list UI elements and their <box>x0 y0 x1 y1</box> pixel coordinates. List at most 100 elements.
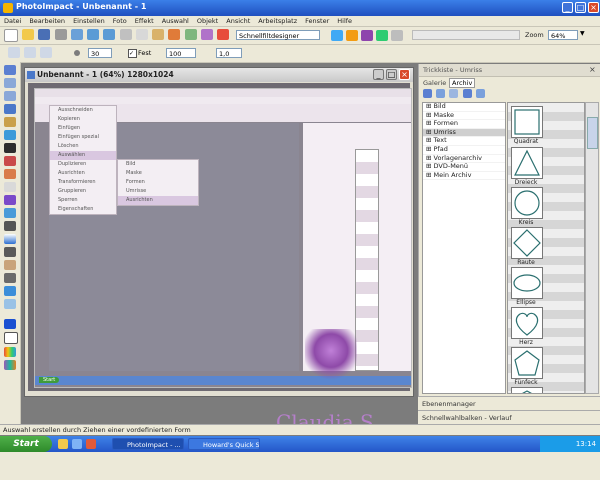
embedded-screenshot: Ausschneiden Kopieren Einfügen Einfügen … <box>34 88 412 388</box>
menu-ansicht[interactable]: Ansicht <box>222 16 254 26</box>
doc-maximize-button[interactable]: □ <box>386 69 397 80</box>
disabled-field[interactable] <box>412 30 520 40</box>
color-grid-icon[interactable] <box>4 347 16 357</box>
maximize-button[interactable]: □ <box>575 2 586 13</box>
taskbar-item[interactable]: PhotoImpact - ... <box>112 438 184 450</box>
doc-minimize-button[interactable]: _ <box>373 69 384 80</box>
shape-tool-icon[interactable] <box>4 208 16 218</box>
brush-icon[interactable] <box>361 30 373 41</box>
rotate-icon[interactable] <box>184 29 197 40</box>
square-shape-icon[interactable] <box>511 106 543 138</box>
hexagon-shape-icon[interactable] <box>511 387 543 393</box>
tool-select[interactable]: Schnellfiltdesigner <box>236 30 320 40</box>
redo-icon[interactable] <box>103 29 116 40</box>
pen-tool-icon[interactable] <box>4 169 16 179</box>
panel-tool-icon[interactable] <box>423 89 432 98</box>
heart-shape-icon[interactable] <box>511 307 543 339</box>
size-field[interactable]: 30 <box>88 48 112 58</box>
zoom-tool-icon[interactable] <box>4 247 16 257</box>
menu-einstellen[interactable]: Einstellen <box>69 16 109 26</box>
clone-tool-icon[interactable] <box>4 195 16 205</box>
circle-shape-icon[interactable] <box>511 187 543 219</box>
menu-datei[interactable]: Datei <box>0 16 25 26</box>
save-icon[interactable] <box>38 29 51 40</box>
panel-toolbar <box>422 89 598 100</box>
quicklaunch-icon[interactable] <box>86 439 96 449</box>
tab-galerie[interactable]: Galerie <box>423 79 446 87</box>
panel-close-icon[interactable]: × <box>589 65 596 74</box>
menu-foto[interactable]: Foto <box>109 16 131 26</box>
help-icon[interactable] <box>376 30 388 41</box>
panel-tool-icon[interactable] <box>475 89 485 98</box>
palette-icon[interactable] <box>346 30 358 41</box>
add-selection-icon[interactable] <box>24 47 37 58</box>
new-file-icon[interactable] <box>4 29 18 42</box>
gray-tool-icon[interactable] <box>391 30 403 41</box>
foreground-color-icon[interactable] <box>4 319 16 329</box>
selection-tool-icon[interactable] <box>4 104 16 114</box>
panel-tool-icon[interactable] <box>436 89 446 98</box>
quicklaunch-icon[interactable] <box>72 439 82 449</box>
effect-icon[interactable] <box>200 29 213 40</box>
paste-icon[interactable] <box>152 29 165 40</box>
selection-mode-icon[interactable] <box>8 47 20 58</box>
color-palette-icon[interactable] <box>4 360 16 370</box>
menu-fenster[interactable]: Fenster <box>301 16 333 26</box>
mode-checkbox[interactable]: ✓ <box>128 49 137 58</box>
zoom-select[interactable]: 64% <box>548 30 578 40</box>
scroll-thumb[interactable] <box>587 117 598 149</box>
eyedropper-tool-icon[interactable] <box>4 273 16 283</box>
pointer-tool-icon[interactable] <box>4 65 16 75</box>
3d-tool-icon[interactable] <box>4 299 16 309</box>
tab-archiv[interactable]: Archiv <box>449 78 476 88</box>
layer-manager-panel[interactable]: Ebenenmanager <box>418 396 600 410</box>
diamond-shape-icon[interactable] <box>511 227 543 259</box>
value-a-field[interactable]: 100 <box>166 48 196 58</box>
color-icon[interactable] <box>217 29 230 40</box>
value-b-field[interactable]: 1,0 <box>216 48 242 58</box>
panel-tool-icon[interactable] <box>462 89 472 98</box>
crop-tool-icon[interactable] <box>4 117 16 127</box>
menu-bearbeiten[interactable]: Bearbeiten <box>25 16 69 26</box>
lasso-tool-icon[interactable] <box>4 91 16 101</box>
fill-tool-icon[interactable] <box>4 130 16 140</box>
menu-hilfe[interactable]: Hilfe <box>333 16 356 26</box>
menu-arbeitsplatz[interactable]: Arbeitsplatz <box>254 16 301 26</box>
chevron-down-icon[interactable]: ▼ <box>580 30 585 37</box>
menu-auswahl[interactable]: Auswahl <box>158 16 193 26</box>
scan-icon[interactable] <box>70 29 83 40</box>
marquee-tool-icon[interactable] <box>4 78 16 88</box>
quicklaunch-icon[interactable] <box>58 439 68 449</box>
menu-objekt[interactable]: Objekt <box>193 16 222 26</box>
close-button[interactable]: × <box>588 2 599 13</box>
quick-command-panel[interactable]: Schnellwahlbalken - Verlauf <box>418 410 600 424</box>
minimize-button[interactable]: _ <box>562 2 573 13</box>
cut-icon[interactable] <box>119 29 132 40</box>
panel-scrollbar[interactable] <box>585 102 599 394</box>
web-icon[interactable] <box>331 30 343 41</box>
ellipse-shape-icon[interactable] <box>511 267 543 299</box>
image-canvas[interactable]: Ausschneiden Kopieren Einfügen Einfügen … <box>28 83 412 391</box>
subtract-selection-icon[interactable] <box>40 47 53 58</box>
tree-item[interactable]: ⊞ Mein Archiv <box>423 171 505 181</box>
gradient-tool-icon[interactable] <box>4 234 16 244</box>
open-folder-icon[interactable] <box>22 29 35 40</box>
eraser-tool-icon[interactable] <box>4 182 16 192</box>
line-tool-icon[interactable] <box>4 221 16 231</box>
menu-effekt[interactable]: Effekt <box>131 16 158 26</box>
hand-tool-icon[interactable] <box>4 260 16 270</box>
background-color-icon[interactable] <box>4 332 18 344</box>
panel-tool-icon[interactable] <box>449 89 459 98</box>
undo-icon[interactable] <box>87 29 100 40</box>
start-button[interactable]: Start <box>0 436 52 452</box>
doc-close-button[interactable]: × <box>399 69 410 80</box>
copy-icon[interactable] <box>135 29 148 40</box>
text-tool-icon[interactable] <box>4 143 16 153</box>
crop-icon[interactable] <box>168 29 181 40</box>
print-icon[interactable] <box>54 29 67 40</box>
web-tool-icon[interactable] <box>4 286 16 296</box>
triangle-shape-icon[interactable] <box>511 147 543 179</box>
brush-tool-icon[interactable] <box>4 156 16 166</box>
pentagon-shape-icon[interactable] <box>511 347 543 379</box>
taskbar-item[interactable]: Howard's Quick S... <box>188 438 260 450</box>
